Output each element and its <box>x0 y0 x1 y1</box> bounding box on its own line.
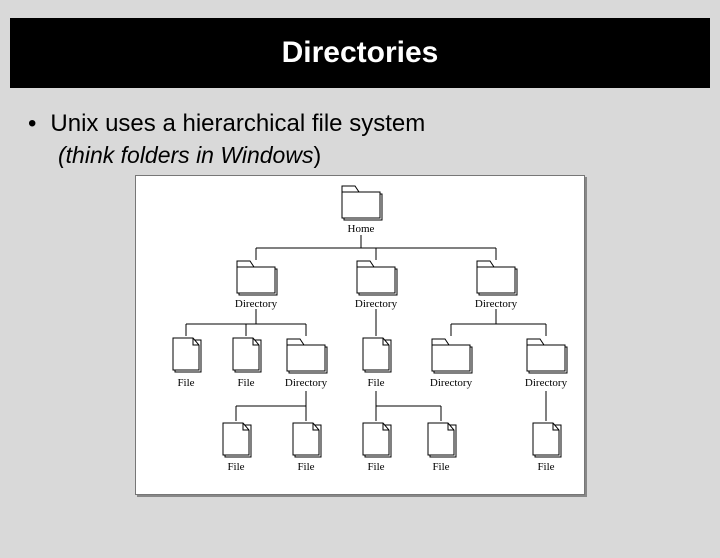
node-file: File <box>227 461 244 473</box>
node-home: Home <box>348 223 375 235</box>
file-icon <box>293 423 321 457</box>
file-icon <box>173 338 201 372</box>
file-icon <box>533 423 561 457</box>
bullet-text: Unix uses a hierarchical file system <box>50 110 425 138</box>
hierarchy-diagram: .lbl { font-family: 'Times New Roman', s… <box>135 175 585 495</box>
folder-icon <box>237 261 277 295</box>
node-file: File <box>367 461 384 473</box>
file-icon <box>428 423 456 457</box>
node-file: File <box>432 461 449 473</box>
node-file: File <box>237 377 254 389</box>
node-file: File <box>367 377 384 389</box>
folder-icon <box>342 186 382 220</box>
node-directory: Directory <box>430 377 473 389</box>
node-directory: Directory <box>355 298 398 310</box>
bullet-hint: (think folders in Windows) <box>58 142 720 169</box>
folder-icon <box>357 261 397 295</box>
folder-icon <box>432 339 472 373</box>
file-icon <box>223 423 251 457</box>
node-directory: Directory <box>285 377 328 389</box>
node-directory: Directory <box>235 298 278 310</box>
node-file: File <box>297 461 314 473</box>
node-directory: Directory <box>525 377 568 389</box>
folder-icon <box>477 261 517 295</box>
slide-title: Directories <box>10 18 710 88</box>
file-icon <box>363 423 391 457</box>
file-icon <box>233 338 261 372</box>
bullet-line: • Unix uses a hierarchical file system <box>28 110 692 138</box>
node-directory: Directory <box>475 298 518 310</box>
folder-icon <box>527 339 567 373</box>
node-file: File <box>177 377 194 389</box>
folder-icon <box>287 339 327 373</box>
bullet-dot: • <box>28 110 36 138</box>
node-file: File <box>537 461 554 473</box>
file-icon <box>363 338 391 372</box>
